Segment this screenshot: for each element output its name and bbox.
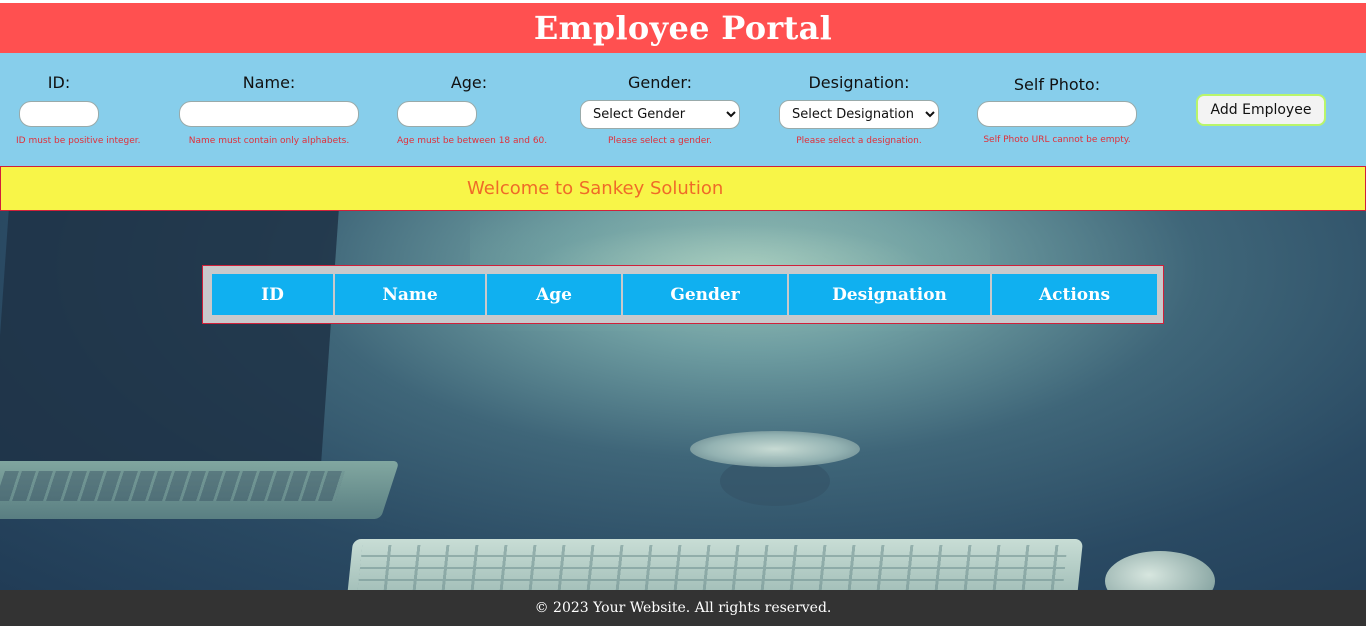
age-input[interactable] — [397, 101, 477, 127]
age-label: Age: — [450, 73, 488, 92]
footer-text: © 2023 Your Website. All rights reserved… — [534, 600, 832, 616]
gender-label: Gender: — [627, 73, 693, 92]
welcome-text: Welcome to Sankey Solution — [467, 178, 724, 199]
page-title: Employee Portal — [533, 9, 833, 47]
employee-form: ID: ID must be positive integer. Name: N… — [0, 53, 1366, 166]
background-cup — [690, 431, 860, 467]
table-header-row: ID Name Age Gender Designation Actions — [210, 272, 1159, 317]
designation-select[interactable]: Select Designation — [779, 100, 939, 129]
column-header-actions[interactable]: Actions — [990, 272, 1159, 317]
add-employee-button[interactable]: Add Employee — [1196, 94, 1326, 126]
id-error: ID must be positive integer. — [16, 136, 141, 146]
background-keyboard-keys — [357, 545, 1068, 590]
column-header-gender[interactable]: Gender — [621, 272, 789, 317]
photo-error: Self Photo URL cannot be empty. — [983, 135, 1131, 145]
gender-error: Please select a gender. — [608, 136, 712, 146]
employee-table: ID Name Age Gender Designation Actions — [210, 272, 1159, 317]
age-error: Age must be between 18 and 60. — [397, 136, 548, 146]
column-header-designation[interactable]: Designation — [787, 272, 992, 317]
column-header-id[interactable]: ID — [210, 272, 335, 317]
background-laptop-screen — [0, 211, 339, 461]
employee-table-container: ID Name Age Gender Designation Actions — [202, 265, 1164, 324]
photo-label: Self Photo: — [1013, 75, 1101, 94]
gender-select[interactable]: Select Gender — [580, 100, 740, 129]
column-header-age[interactable]: Age — [485, 272, 623, 317]
site-footer: © 2023 Your Website. All rights reserved… — [0, 590, 1366, 626]
id-label: ID: — [47, 73, 71, 92]
designation-error: Please select a designation. — [796, 136, 922, 146]
column-header-name[interactable]: Name — [333, 272, 487, 317]
name-label: Name: — [242, 73, 296, 92]
id-input[interactable] — [19, 101, 99, 127]
designation-label: Designation: — [808, 73, 910, 92]
name-input[interactable] — [179, 101, 359, 127]
welcome-banner: Welcome to Sankey Solution — [0, 166, 1366, 211]
name-error: Name must contain only alphabets. — [188, 136, 350, 146]
background-laptop-keys — [0, 471, 345, 501]
background-mouse — [1105, 551, 1215, 590]
photo-input[interactable] — [977, 101, 1137, 127]
site-header: Employee Portal — [0, 3, 1366, 53]
